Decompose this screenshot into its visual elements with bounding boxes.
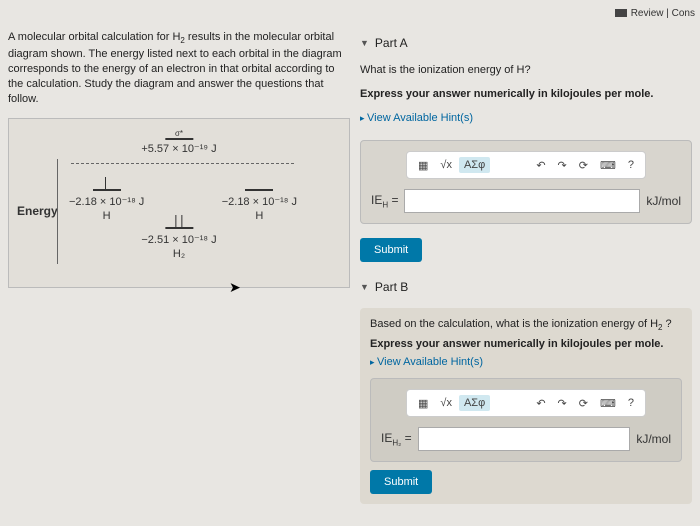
sigma-star-symbol: σ* — [141, 129, 216, 138]
main-container: A molecular orbital calculation for H2 r… — [0, 0, 700, 526]
sqrt-icon[interactable]: √x — [435, 157, 457, 173]
caret-down-icon: ▼ — [360, 38, 369, 48]
dashed-connector — [71, 163, 294, 164]
part-a-hint-link[interactable]: View Available Hint(s) — [360, 112, 692, 124]
sigma-star-orbital: σ* +5.57 × 10⁻¹⁹ J — [141, 129, 216, 155]
format-icon[interactable]: ▦ — [413, 395, 433, 412]
part-b-hint-link[interactable]: View Available Hint(s) — [370, 356, 682, 368]
part-b-title: Part B — [375, 280, 408, 294]
sigma-bonding-orbital: −2.51 × 10⁻¹⁸ J H₂ — [141, 227, 216, 260]
keyboard-icon[interactable]: ⌨ — [595, 157, 621, 174]
part-a-input-box: ▦ √x ΑΣφ ↶ ↷ ⟳ ⌨ ? IEH = kJ/mol — [360, 140, 692, 224]
part-b-toolbar: ▦ √x ΑΣφ ↶ ↷ ⟳ ⌨ ? — [406, 389, 646, 417]
part-a-prefix: IEH = — [371, 193, 398, 209]
part-a-instruction: Express your answer numerically in kiloj… — [360, 88, 692, 100]
part-a-unit: kJ/mol — [646, 194, 681, 208]
energy-axis-label: Energy — [17, 204, 58, 218]
part-b-prefix: IEH₂ = — [381, 431, 412, 447]
part-b-submit-button[interactable]: Submit — [370, 470, 432, 494]
problem-column: A molecular orbital calculation for H2 r… — [8, 30, 350, 518]
part-b-unit: kJ/mol — [636, 432, 671, 446]
templates-button[interactable]: ΑΣφ — [459, 395, 490, 411]
sqrt-icon[interactable]: √x — [435, 395, 457, 411]
molecular-orbital-diagram: Energy σ* +5.57 × 10⁻¹⁹ J −2.18 × 10⁻¹⁸ … — [8, 118, 350, 288]
h-left-orbital: −2.18 × 10⁻¹⁸ J H — [69, 189, 144, 222]
part-b-header[interactable]: ▼ Part B — [360, 274, 692, 302]
reset-icon[interactable]: ⟳ — [574, 395, 593, 412]
keyboard-icon[interactable]: ⌨ — [595, 395, 621, 412]
undo-icon[interactable]: ↶ — [531, 157, 550, 174]
part-b-container: Based on the calculation, what is the io… — [360, 308, 692, 504]
sigma-value: −2.51 × 10⁻¹⁸ J — [141, 233, 216, 246]
part-a-toolbar: ▦ √x ΑΣφ ↶ ↷ ⟳ ⌨ ? — [406, 151, 646, 179]
sigma-star-value: +5.57 × 10⁻¹⁹ J — [141, 142, 216, 155]
part-a-header[interactable]: ▼ Part A — [360, 30, 692, 58]
cursor-icon: ➤ — [229, 279, 241, 296]
part-a-title: Part A — [375, 36, 408, 50]
h-left-label: H — [69, 210, 144, 222]
energy-axis — [57, 159, 58, 264]
h-right-label: H — [222, 210, 297, 222]
part-b-input-box: ▦ √x ΑΣφ ↶ ↷ ⟳ ⌨ ? IEH₂ = kJ/mol — [370, 378, 682, 462]
format-icon[interactable]: ▦ — [413, 157, 433, 174]
caret-down-icon: ▼ — [360, 282, 369, 292]
review-link[interactable]: Review | Cons — [615, 8, 695, 19]
templates-button[interactable]: ΑΣφ — [459, 157, 490, 173]
sigma-star-level — [165, 138, 193, 140]
h-left-level — [93, 189, 121, 191]
reset-icon[interactable]: ⟳ — [574, 157, 593, 174]
h-right-value: −2.18 × 10⁻¹⁸ J — [222, 195, 297, 208]
problem-statement: A molecular orbital calculation for H2 r… — [8, 30, 350, 106]
part-b-answer-input[interactable] — [418, 427, 631, 451]
part-b-question: Based on the calculation, what is the io… — [370, 318, 682, 332]
help-button[interactable]: ? — [623, 395, 639, 411]
h-right-orbital: −2.18 × 10⁻¹⁸ J H — [222, 189, 297, 222]
redo-icon[interactable]: ↷ — [553, 157, 572, 174]
h-right-level — [245, 189, 273, 191]
part-a-submit-button[interactable]: Submit — [360, 238, 422, 262]
part-a-answer-row: IEH = kJ/mol — [371, 189, 681, 213]
help-button[interactable]: ? — [623, 157, 639, 173]
part-b-instruction: Express your answer numerically in kiloj… — [370, 338, 682, 350]
flag-icon — [615, 9, 627, 17]
redo-icon[interactable]: ↷ — [553, 395, 572, 412]
part-b-answer-row: IEH₂ = kJ/mol — [381, 427, 671, 451]
part-a-question: What is the ionization energy of H? — [360, 64, 692, 76]
part-a-answer-input[interactable] — [404, 189, 640, 213]
sigma-level — [165, 227, 193, 229]
sigma-label: H₂ — [141, 248, 216, 260]
h-left-value: −2.18 × 10⁻¹⁸ J — [69, 195, 144, 208]
undo-icon[interactable]: ↶ — [531, 395, 550, 412]
answer-column: ▼ Part A What is the ionization energy o… — [360, 30, 692, 518]
